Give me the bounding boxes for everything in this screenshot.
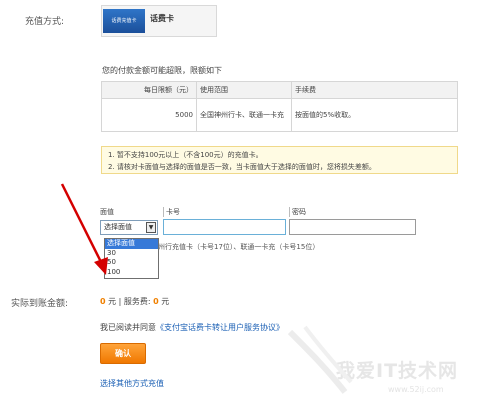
annotation-arrow-icon — [60, 183, 108, 275]
